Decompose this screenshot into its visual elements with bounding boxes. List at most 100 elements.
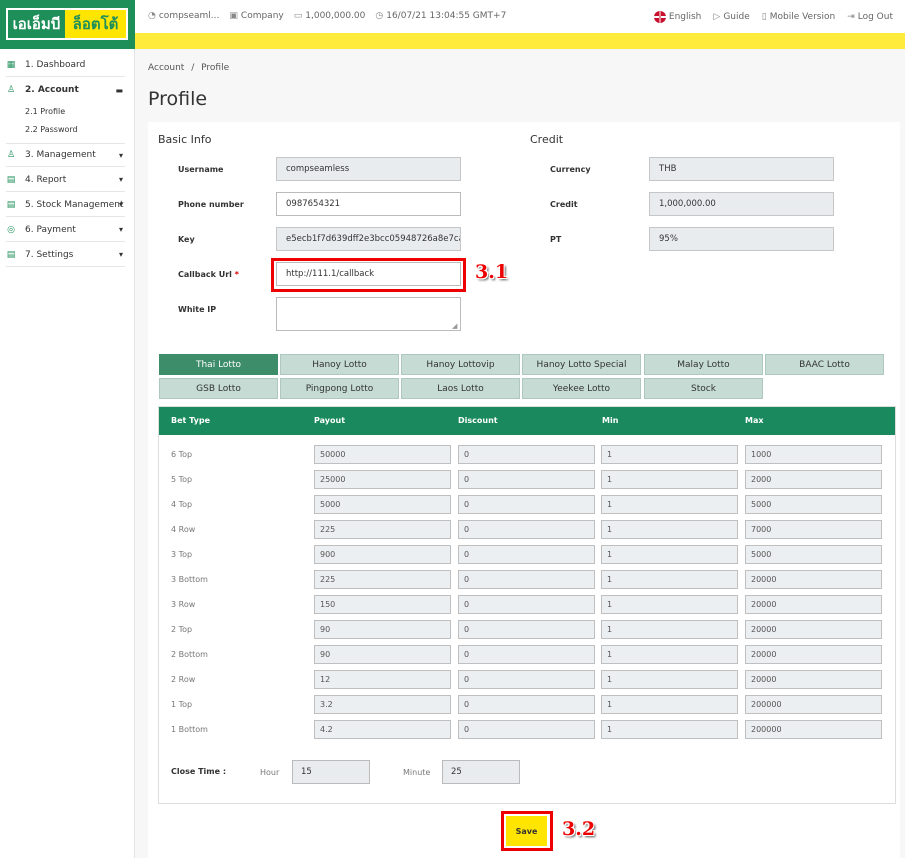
sidebar-item-dashboard[interactable]: ▦ 1. Dashboard (6, 53, 125, 77)
payout-field: 5000 (314, 495, 451, 514)
payout-field: 900 (314, 545, 451, 564)
tab-baac-lotto[interactable]: BAAC Lotto (765, 354, 884, 375)
minute-label: Minute (403, 768, 431, 777)
play-icon: ▷ (713, 12, 721, 22)
sidebar-item-stock-management[interactable]: ▤ 5. Stock Management ▾ (6, 193, 125, 217)
guide-link[interactable]: ▷ Guide (713, 11, 749, 23)
header-yellow-bar (135, 33, 905, 49)
tab-gsb-lotto[interactable]: GSB Lotto (159, 378, 278, 399)
tab-hanoy-lottovip[interactable]: Hanoy Lottovip (401, 354, 520, 375)
sidebar-item-account[interactable]: ♙ 2. Account ▬ (6, 78, 125, 102)
min-field: 1 (601, 645, 738, 664)
discount-field: 0 (458, 595, 595, 614)
discount-field: 0 (458, 445, 595, 464)
close-minute-field[interactable]: 25 (442, 760, 520, 784)
discount-field: 0 (458, 520, 595, 539)
sidebar-item-payment[interactable]: ◎ 6. Payment ▾ (6, 218, 125, 242)
min-field: 1 (601, 570, 738, 589)
caret-down-icon: ▾ (118, 150, 123, 160)
row-bet-type: 3 Row (171, 600, 196, 609)
company-info: ▣ Company (229, 11, 284, 21)
tab-hanoy-lotto-special[interactable]: Hanoy Lotto Special (522, 354, 641, 375)
top-info: ◔ compseaml... ▣ Company ▭ 1,000,000.00 ◷ 16… (148, 11, 506, 21)
tab-malay-lotto[interactable]: Malay Lotto (644, 354, 763, 375)
briefcase-icon: ▣ (229, 11, 238, 21)
tab-pingpong-lotto[interactable]: Pingpong Lotto (280, 378, 399, 399)
phone-field[interactable]: 0987654321 (276, 192, 461, 216)
discount-field: 0 (458, 695, 595, 714)
mobile-icon: ▯ (761, 12, 767, 22)
credit-title: Credit (530, 133, 564, 146)
pt-label: PT (550, 235, 562, 244)
tab-thai-lotto[interactable]: Thai Lotto (159, 354, 278, 375)
sidebar-item-settings[interactable]: ▤ 7. Settings ▾ (6, 243, 125, 267)
min-field: 1 (601, 520, 738, 539)
callback-url-label: Callback Url * (178, 270, 239, 279)
uk-flag-icon (653, 11, 666, 23)
annotation-3-2: 3.2 (562, 818, 596, 840)
row-bet-type: 2 Row (171, 675, 196, 684)
max-field: 20000 (745, 570, 882, 589)
white-ip-field[interactable] (276, 297, 461, 331)
logout-icon: ⇥ (847, 12, 855, 22)
payout-field: 90 (314, 620, 451, 639)
tab-yeekee-lotto[interactable]: Yeekee Lotto (522, 378, 641, 399)
logo-text-right: ล็อตโต้ (65, 10, 126, 38)
user-info: ◔ compseaml... (148, 11, 220, 21)
report-icon: ▤ (6, 199, 16, 210)
min-field: 1 (601, 595, 738, 614)
min-field: 1 (601, 620, 738, 639)
mobile-version-link[interactable]: ▯ Mobile Version (762, 11, 835, 23)
language-selector[interactable]: English (653, 11, 701, 23)
min-field: 1 (601, 445, 738, 464)
dashboard-icon: ▦ (6, 59, 16, 70)
row-bet-type: 1 Bottom (171, 725, 208, 734)
currency-field: THB (649, 157, 834, 181)
datetime-info: ◷ 16/07/21 13:04:55 GMT+7 (375, 11, 507, 21)
sidebar-subitem-profile[interactable]: 2.1 Profile (25, 107, 65, 116)
header-bet-type: Bet Type (171, 416, 211, 425)
close-hour-field[interactable]: 15 (292, 760, 370, 784)
caret-down-icon: ▾ (118, 200, 123, 209)
breadcrumb-account[interactable]: Account (148, 63, 184, 73)
tab-stock[interactable]: Stock (644, 378, 763, 399)
logout-link[interactable]: ⇥ Log Out (847, 11, 893, 23)
save-button[interactable]: Save (506, 816, 547, 846)
min-field: 1 (601, 545, 738, 564)
payout-field: 225 (314, 570, 451, 589)
top-links: English ▷ Guide ▯ Mobile Version ⇥ Log Out (653, 11, 893, 23)
brand-logo[interactable]: เอเอ็มบี ล็อตโต้ (0, 0, 135, 49)
max-field: 20000 (745, 595, 882, 614)
basic-info-title: Basic Info (158, 133, 212, 146)
resize-handle-icon[interactable]: ◢ (452, 322, 457, 330)
table-header: Bet Type Payout Discount Min Max (159, 407, 895, 435)
discount-field: 0 (458, 620, 595, 639)
payout-field: 3.2 (314, 695, 451, 714)
discount-field: 0 (458, 470, 595, 489)
key-field: e5ecb1f7d639dff2e3bcc05948726a8e7ca (276, 227, 461, 251)
breadcrumb-profile: Profile (201, 63, 230, 73)
discount-field: 0 (458, 720, 595, 739)
payout-field: 12 (314, 670, 451, 689)
top-header: ◔ compseaml... ▣ Company ▭ 1,000,000.00 ◷ 16… (0, 0, 905, 34)
caret-down-icon: ▾ (118, 250, 123, 259)
key-label: Key (178, 235, 195, 244)
tab-laos-lotto[interactable]: Laos Lotto (401, 378, 520, 399)
row-bet-type: 3 Top (171, 550, 193, 559)
phone-label: Phone number (178, 200, 244, 209)
discount-field: 0 (458, 545, 595, 564)
row-bet-type: 4 Row (171, 525, 196, 534)
tab-hanoy-lotto[interactable]: Hanoy Lotto (280, 354, 399, 375)
bet-settings-table: Bet Type Payout Discount Min Max 6 Top 50… (158, 406, 896, 804)
max-field: 2000 (745, 470, 882, 489)
sidebar-item-report[interactable]: ▤ 4. Report ▾ (6, 168, 125, 192)
row-bet-type: 2 Bottom (171, 650, 208, 659)
white-ip-label: White IP (178, 305, 217, 314)
sidebar-subitem-password[interactable]: 2.2 Password (25, 125, 78, 134)
logo-text-left: เอเอ็มบี (8, 10, 65, 38)
header-discount: Discount (458, 416, 498, 425)
min-field: 1 (601, 670, 738, 689)
max-field: 20000 (745, 620, 882, 639)
report-icon: ▤ (6, 174, 16, 185)
sidebar-item-management[interactable]: ♙ 3. Management ▾ (6, 143, 125, 167)
